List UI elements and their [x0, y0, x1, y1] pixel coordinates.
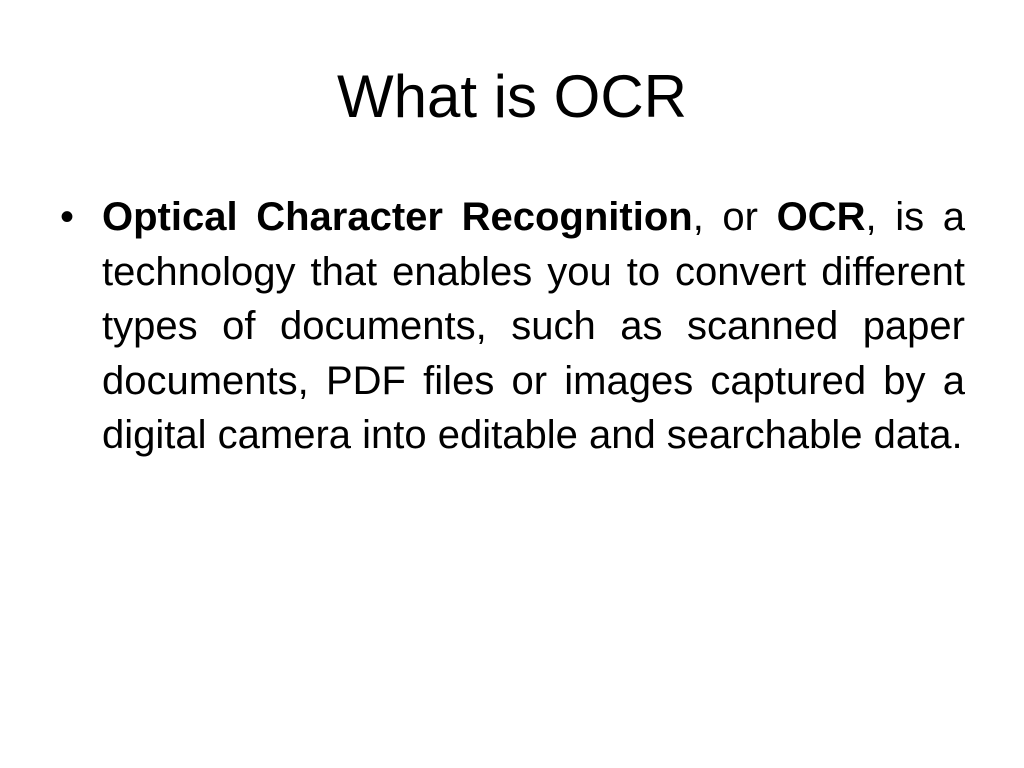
slide: What is OCR • Optical Character Recogniti…: [0, 0, 1024, 768]
term-connector: , or: [692, 195, 777, 239]
term-abbreviation: OCR: [776, 195, 866, 239]
term-full-name: Optical Character Recognition: [102, 195, 693, 239]
bullet-list: • Optical Character Recognition, or OCR, …: [60, 190, 965, 463]
bullet-dot-icon: •: [60, 195, 75, 239]
bullet-item: • Optical Character Recognition, or OCR, …: [60, 190, 965, 463]
slide-title: What is OCR: [336, 63, 688, 130]
